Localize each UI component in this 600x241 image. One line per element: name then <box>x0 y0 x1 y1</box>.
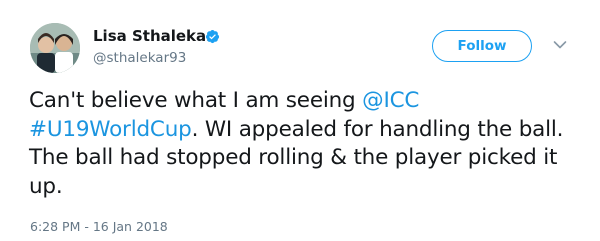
user-handle[interactable]: @sthalekar93 <box>93 50 186 66</box>
tweet-text-part: Can't believe what I am seeing <box>29 88 363 113</box>
mention-link[interactable]: @ICC <box>362 88 419 113</box>
tweet-timestamp[interactable]: 6:28 PM - 16 Jan 2018 <box>30 219 168 234</box>
tweet-text: Can't believe what I am seeing @ICC #U19… <box>29 87 589 201</box>
tweet-card: Lisa Sthalekar @sthalekar93 Follow Can't… <box>0 0 600 241</box>
avatar[interactable] <box>30 23 80 73</box>
follow-button[interactable]: Follow <box>432 30 532 62</box>
chevron-down-icon[interactable] <box>553 40 567 50</box>
hashtag-link[interactable]: #U19WorldCup <box>29 117 192 142</box>
user-name[interactable]: Lisa Sthalekar <box>93 27 214 45</box>
verified-badge-icon <box>205 29 220 44</box>
